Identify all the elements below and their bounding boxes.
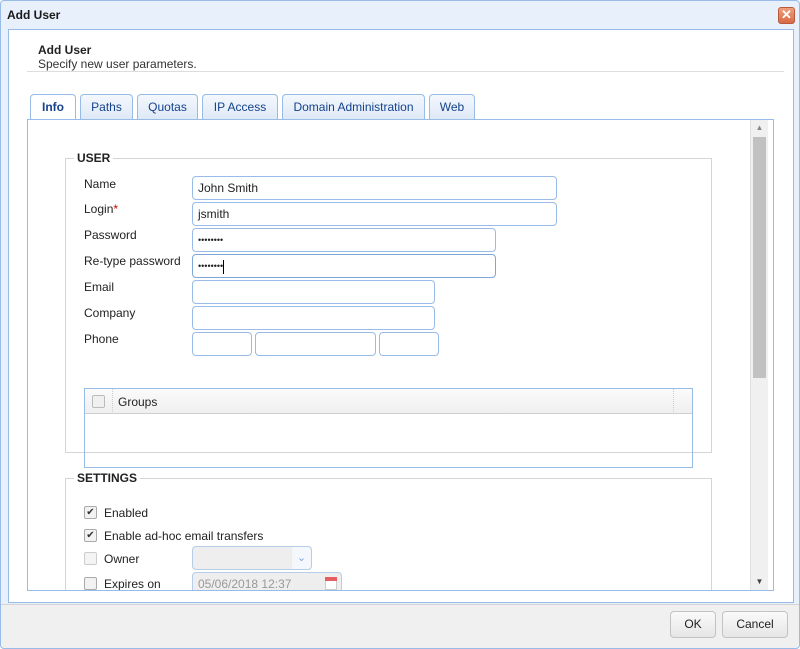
- adhoc-email-checkbox[interactable]: ✔: [84, 529, 97, 542]
- settings-fieldset: SETTINGS ✔ Enabled ✔ Enable ad-hoc email…: [65, 471, 712, 591]
- scroll-down-icon[interactable]: ▼: [751, 574, 768, 590]
- name-label: Name: [84, 177, 117, 191]
- expires-on-label[interactable]: Expires on: [104, 577, 161, 590]
- title-bar[interactable]: Add User ✕: [1, 1, 799, 29]
- phone-number-input[interactable]: [255, 332, 376, 356]
- user-fieldset: USER Name John Smith Login* jsmith Passw…: [65, 151, 712, 468]
- window-title: Add User: [7, 8, 61, 22]
- tab-paths[interactable]: Paths: [80, 94, 133, 120]
- expires-on-checkbox[interactable]: [84, 577, 97, 590]
- owner-select[interactable]: ⌄: [192, 546, 312, 570]
- retype-password-label: Re-type password: [84, 254, 181, 268]
- enabled-checkbox[interactable]: ✔: [84, 506, 97, 519]
- owner-checkbox[interactable]: [84, 552, 97, 565]
- retype-password-value: ••••••••: [198, 261, 224, 271]
- tab-web[interactable]: Web: [429, 94, 475, 120]
- add-user-dialog: Add User ✕ Add User Specify new user par…: [0, 0, 800, 649]
- password-input[interactable]: ••••••••: [192, 228, 496, 252]
- tab-info[interactable]: Info: [30, 94, 76, 121]
- header-divider: [27, 71, 784, 72]
- company-label: Company: [84, 306, 136, 320]
- ok-button[interactable]: OK: [670, 611, 716, 638]
- login-label: Login*: [84, 202, 118, 216]
- enabled-label[interactable]: Enabled: [104, 506, 148, 520]
- scrollbar-thumb[interactable]: [753, 137, 766, 378]
- scroll-up-icon[interactable]: ▲: [751, 120, 768, 136]
- name-input[interactable]: John Smith: [192, 176, 557, 200]
- groups-grid-header: Groups: [85, 389, 692, 414]
- phone-label: Phone: [84, 332, 119, 346]
- password-label: Password: [84, 228, 137, 242]
- page-title: Add User: [38, 43, 92, 57]
- dialog-footer: OK Cancel: [1, 605, 799, 648]
- vertical-scrollbar[interactable]: ▲ ▼: [750, 120, 768, 590]
- user-legend: USER: [74, 151, 114, 165]
- phone-country-input[interactable]: [192, 332, 252, 356]
- company-input[interactable]: [192, 306, 435, 330]
- close-icon: ✕: [781, 7, 792, 22]
- chevron-down-icon: ⌄: [291, 547, 311, 569]
- check-icon: ✔: [86, 507, 95, 518]
- login-label-text: Login: [84, 202, 114, 216]
- cancel-button[interactable]: Cancel: [722, 611, 788, 638]
- dialog-body: Add User Specify new user parameters. In…: [8, 29, 794, 603]
- retype-password-input[interactable]: ••••••••: [192, 254, 496, 278]
- page-subtitle: Specify new user parameters.: [38, 57, 197, 71]
- close-button[interactable]: ✕: [778, 7, 795, 24]
- settings-legend: SETTINGS: [74, 471, 141, 485]
- owner-label[interactable]: Owner: [104, 552, 139, 566]
- phone-extension-input[interactable]: [379, 332, 439, 356]
- check-icon: ✔: [86, 530, 95, 541]
- tab-domain-administration[interactable]: Domain Administration: [282, 94, 425, 120]
- groups-column-header[interactable]: Groups: [118, 395, 157, 409]
- required-marker: *: [113, 202, 119, 216]
- tab-ip-access[interactable]: IP Access: [202, 94, 278, 120]
- column-separator: [112, 389, 113, 414]
- groups-grid: Groups: [84, 388, 693, 468]
- text-caret: [223, 259, 225, 274]
- tab-quotas[interactable]: Quotas: [137, 94, 198, 120]
- expires-on-date-input[interactable]: 05/06/2018 12:37: [192, 572, 342, 591]
- select-all-checkbox[interactable]: [92, 395, 105, 408]
- column-separator: [673, 389, 674, 414]
- calendar-icon[interactable]: [325, 577, 337, 590]
- expires-on-value: 05/06/2018 12:37: [198, 577, 292, 591]
- info-tab-panel: USER Name John Smith Login* jsmith Passw…: [27, 119, 774, 591]
- email-label: Email: [84, 280, 115, 294]
- email-input[interactable]: [192, 280, 435, 304]
- adhoc-email-label[interactable]: Enable ad-hoc email transfers: [104, 529, 263, 543]
- login-input[interactable]: jsmith: [192, 202, 557, 226]
